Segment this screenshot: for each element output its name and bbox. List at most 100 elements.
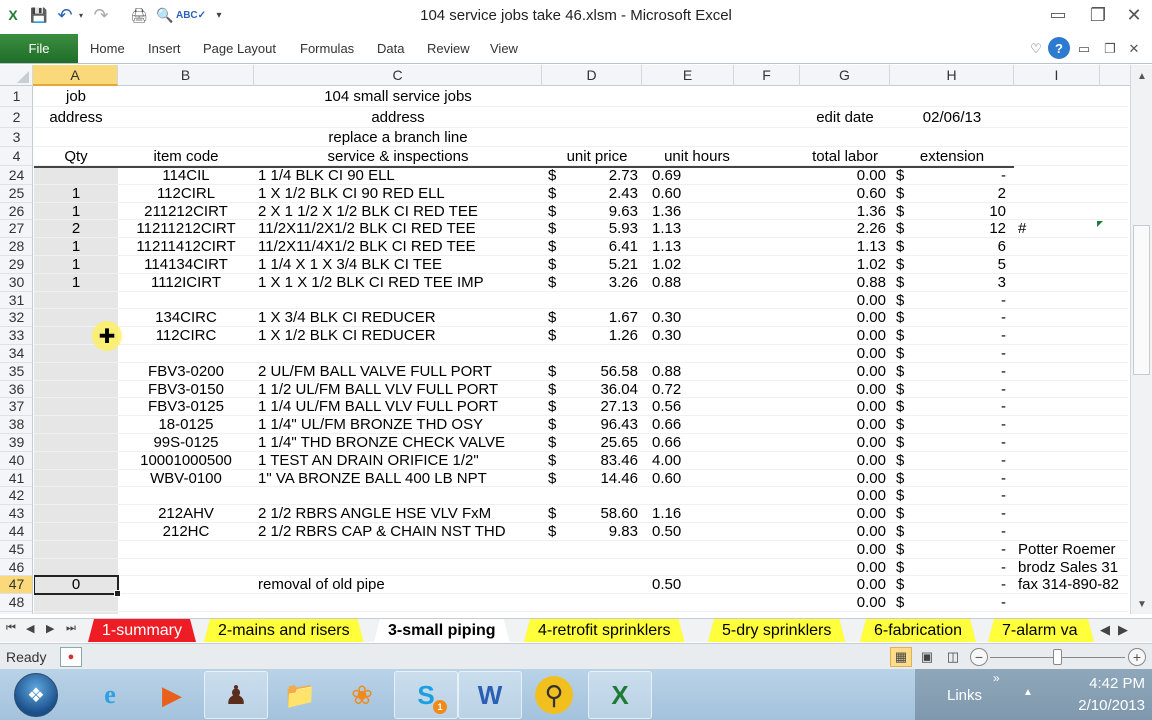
prev-sheet-icon[interactable]: ◀: [26, 622, 34, 635]
active-cell-selection[interactable]: [34, 575, 121, 597]
help-icon[interactable]: ?: [1048, 37, 1070, 59]
close-button[interactable]: ✕: [1116, 2, 1152, 28]
column-header-g[interactable]: G: [800, 65, 890, 86]
normal-view-button[interactable]: ▦: [890, 647, 912, 667]
column-header-e[interactable]: E: [642, 65, 734, 86]
minimize-button[interactable]: [1040, 2, 1076, 28]
sheet-tab-retrofit-sprinklers[interactable]: 4-retrofit sprinklers: [524, 619, 684, 642]
row-header[interactable]: 29: [0, 256, 32, 274]
taskbar-internet-explorer[interactable]: e: [78, 671, 142, 719]
row-header[interactable]: 46: [0, 559, 32, 577]
zoom-slider-thumb[interactable]: [1052, 649, 1062, 665]
links-expand-icon[interactable]: »: [993, 671, 1000, 685]
error-indicator-icon: [1097, 221, 1103, 228]
row-header[interactable]: 33: [0, 327, 32, 345]
sheet-tab-mains-and-risers[interactable]: 2-mains and risers: [204, 619, 364, 642]
column-header-b[interactable]: B: [118, 65, 254, 86]
row-header[interactable]: 45: [0, 541, 32, 559]
row-header[interactable]: 48: [0, 594, 32, 612]
row-header[interactable]: 41: [0, 470, 32, 488]
row-header[interactable]: 44: [0, 523, 32, 541]
taskbar-skype[interactable]: S 1: [394, 671, 458, 719]
next-sheet-icon[interactable]: ▶: [46, 622, 54, 635]
start-button[interactable]: ❖: [14, 673, 58, 717]
sheet-tab-dry-sprinklers[interactable]: 5-dry sprinklers: [708, 619, 845, 642]
row-header[interactable]: 43: [0, 505, 32, 523]
tab-insert[interactable]: Insert: [148, 41, 181, 56]
taskbar-file-explorer[interactable]: 📁: [268, 671, 332, 719]
row-header[interactable]: 32: [0, 309, 32, 328]
zoom-out-button[interactable]: −: [970, 648, 988, 666]
tab-formulas[interactable]: Formulas: [300, 41, 354, 56]
taskbar-flower-app[interactable]: ❀: [330, 671, 394, 719]
first-sheet-icon[interactable]: ⏮: [6, 622, 16, 635]
scroll-up-arrow[interactable]: ▲: [1131, 67, 1152, 85]
sheet-tab-small-piping[interactable]: 3-small piping: [374, 619, 510, 642]
column-header-h[interactable]: H: [890, 65, 1014, 86]
page-layout-view-button[interactable]: ▣: [916, 647, 938, 667]
row-header[interactable]: 40: [0, 452, 32, 470]
row-header[interactable]: 35: [0, 363, 32, 381]
taskbar-search-app[interactable]: ⚲: [522, 671, 586, 719]
page-break-preview-button[interactable]: ◫: [942, 647, 964, 667]
unit-hours-cell: 1.36: [652, 202, 682, 220]
vertical-scrollbar[interactable]: ▲ ▼: [1130, 65, 1152, 614]
workbook-restore-icon[interactable]: ❐: [1100, 39, 1120, 59]
show-hidden-icons[interactable]: ▲: [1023, 687, 1033, 698]
worksheet-grid[interactable]: job 104 small service jobs address address e…: [34, 86, 1128, 614]
tab-scroll-left-icon[interactable]: ◀: [1100, 622, 1110, 638]
clock-date[interactable]: 2/10/2013: [1055, 697, 1145, 714]
links-toolbar[interactable]: Links: [947, 687, 982, 704]
column-header-c[interactable]: C: [254, 65, 542, 86]
minimize-ribbon-icon[interactable]: ♡: [1026, 39, 1046, 59]
tab-data[interactable]: Data: [377, 41, 404, 56]
macro-record-icon[interactable]: ●: [60, 647, 82, 667]
clock-time[interactable]: 4:42 PM: [1065, 675, 1145, 692]
row-header[interactable]: 4: [0, 147, 32, 166]
file-tab[interactable]: File: [0, 34, 78, 63]
tab-review[interactable]: Review: [427, 41, 470, 56]
row-header[interactable]: 27: [0, 220, 32, 239]
row-header[interactable]: 39: [0, 434, 32, 452]
sheet-tab-fabrication[interactable]: 6-fabrication: [860, 619, 976, 642]
row-header[interactable]: 38: [0, 416, 32, 434]
workbook-minimize-icon[interactable]: ▭: [1074, 39, 1094, 59]
qty-cell: [34, 594, 118, 612]
restore-button[interactable]: ❐: [1080, 2, 1116, 28]
row-header[interactable]: 30: [0, 274, 32, 292]
row-header[interactable]: 47: [0, 576, 32, 595]
scroll-thumb[interactable]: [1133, 225, 1150, 375]
tab-view[interactable]: View: [490, 41, 518, 56]
taskbar-media-player[interactable]: ▶: [140, 671, 204, 719]
taskbar-word[interactable]: W: [458, 671, 522, 719]
column-header-a[interactable]: A: [33, 65, 118, 86]
row-header[interactable]: 34: [0, 345, 32, 363]
column-header-i[interactable]: I: [1014, 65, 1100, 86]
tab-page-layout[interactable]: Page Layout: [203, 41, 276, 56]
row-header[interactable]: 24: [0, 167, 32, 185]
tab-home[interactable]: Home: [90, 41, 125, 56]
tab-scroll-right-icon[interactable]: ▶: [1118, 622, 1128, 638]
row-header[interactable]: 28: [0, 238, 32, 256]
row-header[interactable]: 49: [0, 612, 32, 614]
sheet-tab-summary[interactable]: 1-summary: [88, 619, 196, 642]
row-header[interactable]: 37: [0, 398, 32, 417]
sheet-tab-alarm-valves[interactable]: 7-alarm va: [988, 619, 1094, 642]
row-header[interactable]: 26: [0, 203, 32, 221]
column-header-d[interactable]: D: [542, 65, 642, 86]
row-header[interactable]: 1: [0, 86, 32, 107]
column-header-f[interactable]: F: [734, 65, 800, 86]
row-header[interactable]: 42: [0, 487, 32, 506]
select-all-button[interactable]: [0, 65, 33, 86]
row-header[interactable]: 3: [0, 128, 32, 147]
row-header[interactable]: 36: [0, 381, 32, 399]
row-header[interactable]: 25: [0, 185, 32, 203]
last-sheet-icon[interactable]: ⏭: [66, 622, 76, 635]
row-header[interactable]: 31: [0, 292, 32, 310]
taskbar-game-app[interactable]: ♟: [204, 671, 268, 719]
zoom-in-button[interactable]: +: [1128, 648, 1146, 666]
scroll-down-arrow[interactable]: ▼: [1131, 595, 1152, 613]
row-header[interactable]: 2: [0, 107, 32, 128]
workbook-close-icon[interactable]: ✕: [1124, 39, 1144, 59]
taskbar-excel[interactable]: X: [588, 671, 652, 719]
